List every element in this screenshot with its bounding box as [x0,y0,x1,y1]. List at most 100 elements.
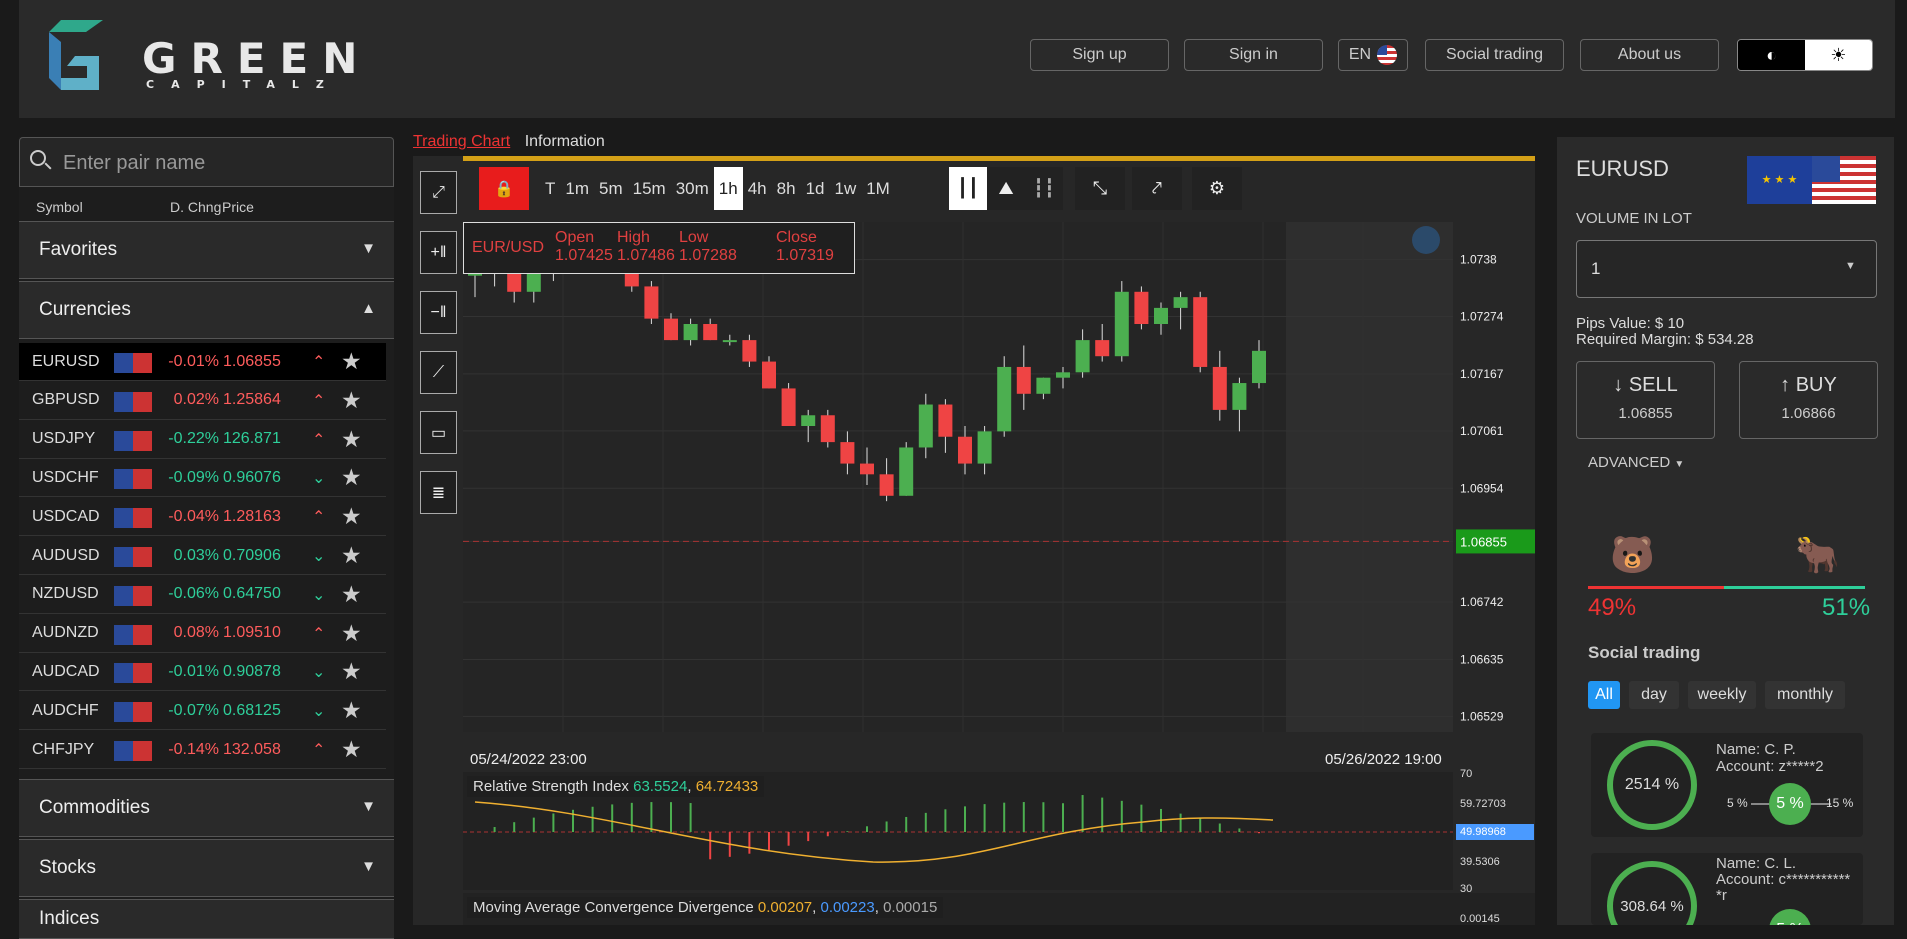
candle[interactable] [1193,297,1208,367]
measure-tool-icon[interactable]: ⤤ [1132,167,1182,210]
star-icon[interactable]: ★ [341,464,362,491]
pair-row[interactable]: USDCHF -0.09% 0.96076 ⌄ ★ [19,459,386,498]
candle[interactable] [1114,291,1129,357]
timeframe-15m[interactable]: 15m [628,167,671,210]
star-icon[interactable]: ★ [341,542,362,569]
advanced-toggle[interactable]: ADVANCED ▼ [1588,454,1684,471]
candle[interactable] [997,366,1012,432]
trader-card[interactable]: 2514 % Name: C. P. Account: z*****2 5 % … [1591,733,1863,837]
candle[interactable] [1232,383,1247,410]
candle[interactable] [1075,340,1090,373]
candle[interactable] [742,340,757,362]
filter-all[interactable]: All [1588,681,1620,709]
timeframe-5m[interactable]: 5m [594,167,628,210]
candle[interactable] [722,340,737,343]
section-favorites[interactable]: Favorites ▼ [19,221,394,279]
risk-slider-thumb[interactable]: 5 % [1769,909,1811,925]
pair-row[interactable]: USDCAD -0.04% 1.28163 ⌃ ★ [19,498,386,537]
pair-row[interactable]: EURUSD -0.01% 1.06855 ⌃ ★ [19,343,386,381]
pair-search[interactable] [19,137,394,187]
star-icon[interactable]: ★ [341,736,362,763]
filter-day[interactable]: day [1629,681,1679,709]
candle[interactable] [664,318,678,341]
sell-button[interactable]: ↓ SELL 1.06855 [1576,361,1715,439]
candle[interactable] [958,436,972,464]
candle[interactable] [1173,297,1188,308]
tab-information[interactable]: Information [525,133,605,150]
signin-button[interactable]: Sign in [1184,39,1323,71]
pair-row[interactable]: GBPUSD 0.02% 1.25864 ⌃ ★ [19,382,386,420]
indicators-icon[interactable]: ⚙ [1192,167,1242,210]
pair-row[interactable]: NZDUSD -0.06% 0.64750 ⌄ ★ [19,576,386,614]
language-select[interactable]: EN [1338,39,1408,71]
candle[interactable] [1154,307,1168,324]
section-indices[interactable]: Indices [19,899,394,939]
filter-weekly[interactable]: weekly [1688,681,1756,709]
timeframe-1w[interactable]: 1w [829,167,861,210]
search-input[interactable] [63,148,363,178]
candle[interactable] [879,474,894,496]
star-icon[interactable]: ★ [341,348,362,375]
candle[interactable] [683,324,698,341]
pair-row[interactable]: CHFJPY -0.14% 132.058 ⌃ ★ [19,731,386,769]
timeframe-T[interactable]: T [540,167,560,210]
bars-type-icon[interactable]: ┇┇ [1025,167,1063,210]
candle[interactable] [1036,377,1051,394]
timeframe-1d[interactable]: 1d [801,167,830,210]
candle[interactable] [1016,366,1031,394]
candle[interactable] [860,463,874,475]
section-commodities[interactable]: Commodities ▼ [19,779,394,837]
star-icon[interactable]: ★ [341,581,362,608]
rectangle-icon[interactable]: ▭ [420,411,457,454]
section-currencies[interactable]: Currencies ▲ [19,281,394,339]
risk-slider-thumb[interactable]: 5 % [1769,783,1811,825]
candle[interactable] [977,431,992,464]
candle[interactable] [899,447,914,496]
candle[interactable] [1252,350,1266,384]
candle[interactable] [801,415,816,426]
candle[interactable] [1095,340,1110,357]
candle[interactable] [840,442,855,464]
pair-row[interactable]: AUDCAD -0.01% 0.90878 ⌄ ★ [19,653,386,692]
candlestick-type-icon[interactable]: ┃┃ [949,167,987,210]
candle[interactable] [918,404,933,448]
star-icon[interactable]: ★ [341,697,362,724]
draw-tool-icon[interactable]: ⤡ [1075,167,1125,210]
candle[interactable] [820,415,835,443]
social-trading-button[interactable]: Social trading [1425,39,1564,71]
section-stocks[interactable]: Stocks ▼ [19,839,394,897]
timeframe-4h[interactable]: 4h [743,167,772,210]
settings-icon[interactable] [1412,226,1440,254]
timeframe-1m[interactable]: 1m [560,167,594,210]
area-type-icon[interactable]: ⛰ [987,167,1025,210]
trend-line-icon[interactable]: ⟋ [420,351,457,394]
candle[interactable] [762,361,776,389]
light-mode-icon[interactable]: ☀ [1805,40,1872,70]
add-candles-icon[interactable]: +‖ [420,231,457,274]
candle[interactable] [781,388,796,426]
candle[interactable] [703,324,718,341]
tab-trading-chart[interactable]: Trading Chart [413,133,510,150]
pair-row[interactable]: AUDCHF -0.07% 0.68125 ⌄ ★ [19,692,386,731]
price-chart[interactable]: 1.0738 1.07274 1.07167 1.07061 1.06954 1.0685… [463,222,1535,734]
fullscreen-icon[interactable]: ⤢ [420,171,457,214]
theme-toggle[interactable]: ◐ ☀ [1737,39,1873,71]
candle[interactable] [644,286,659,319]
candle[interactable] [1212,366,1227,410]
candle[interactable] [1056,372,1070,378]
volume-select[interactable]: 1 ▼ [1576,240,1877,298]
lock-icon[interactable]: 🔒 [479,167,529,210]
star-icon[interactable]: ★ [341,503,362,530]
remove-candles-icon[interactable]: −‖ [420,291,457,334]
timeframe-1M[interactable]: 1M [861,167,895,210]
candle[interactable] [938,404,953,437]
timeframe-30m[interactable]: 30m [671,167,714,210]
signup-button[interactable]: Sign up [1030,39,1169,71]
pair-row[interactable]: AUDNZD 0.08% 1.09510 ⌃ ★ [19,615,386,653]
pair-row[interactable]: USDJPY -0.22% 126.871 ⌃ ★ [19,421,386,459]
buy-button[interactable]: ↑ BUY 1.06866 [1739,361,1878,439]
filter-monthly[interactable]: monthly [1765,681,1845,709]
star-icon[interactable]: ★ [341,620,362,647]
pair-row[interactable]: AUDUSD 0.03% 0.70906 ⌄ ★ [19,537,386,575]
fibonacci-icon[interactable]: ≣ [420,471,457,514]
